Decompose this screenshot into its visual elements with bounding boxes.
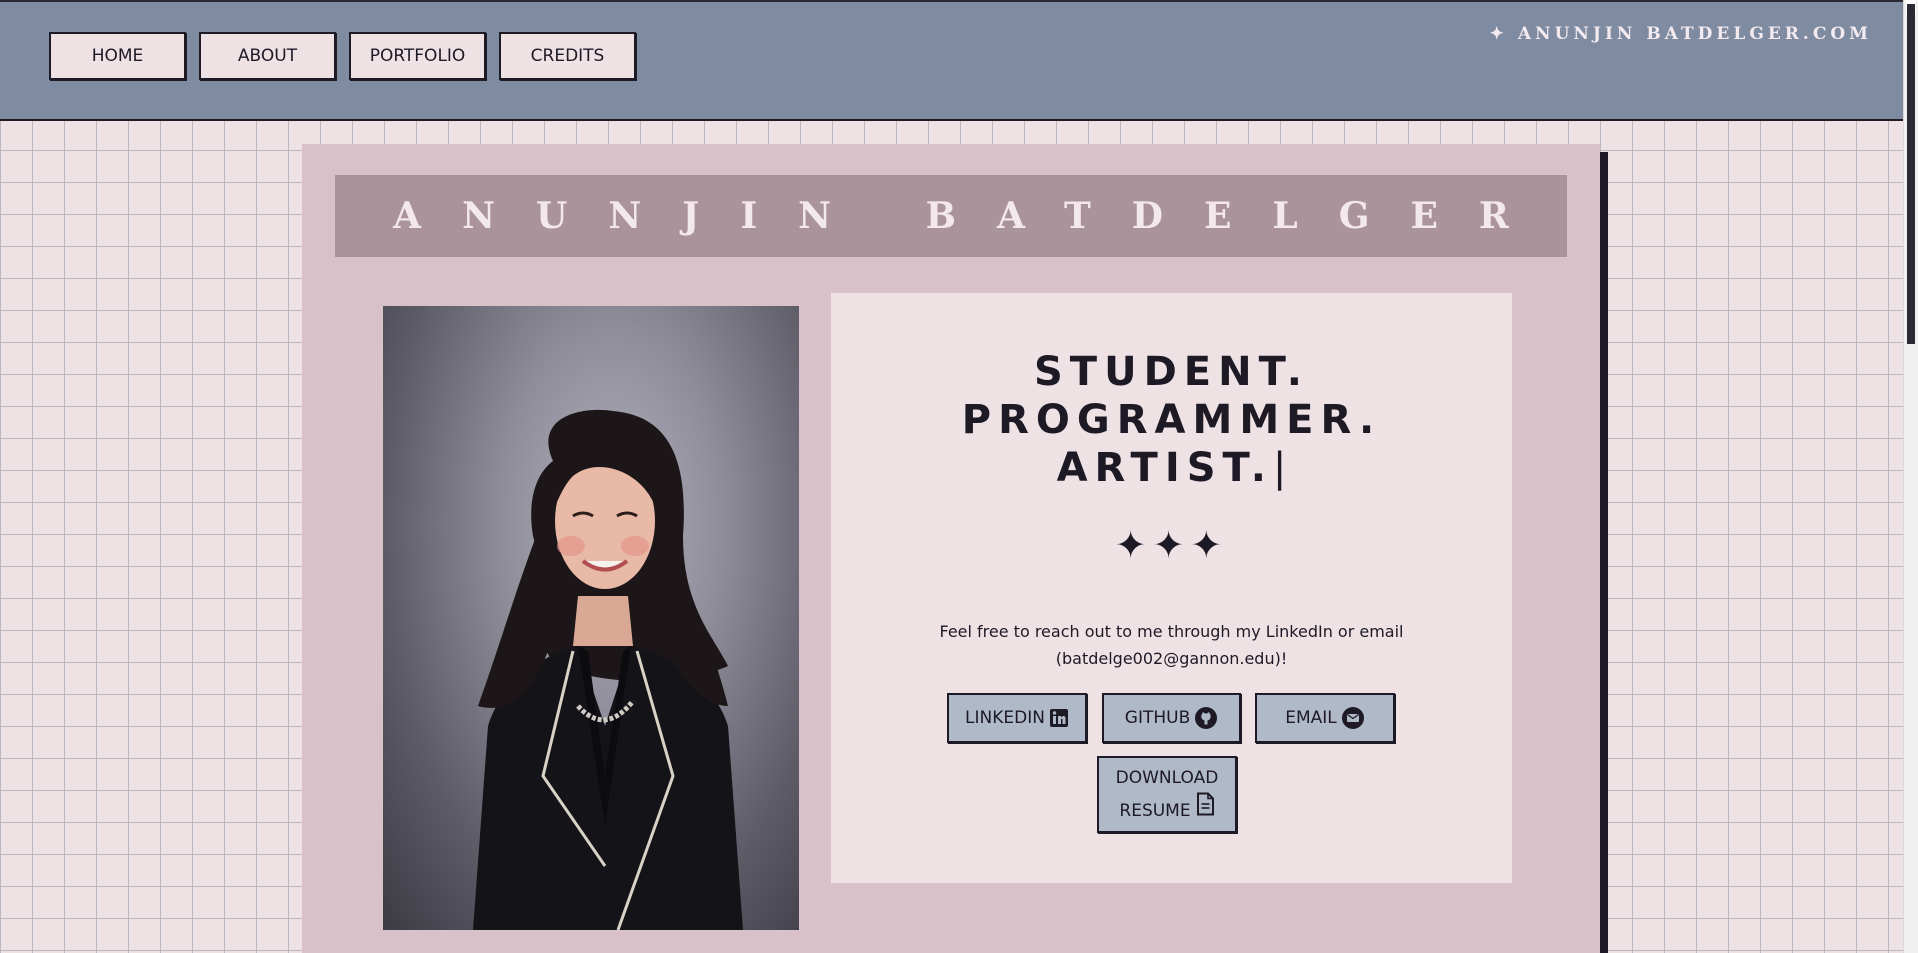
headline-artist-text: ARTIST.: [1056, 445, 1273, 491]
linkedin-button[interactable]: LINKEDIN: [947, 693, 1087, 743]
top-nav-bar: HOME ABOUT PORTFOLIO CREDITS ✦ ANUNJIN B…: [0, 0, 1904, 121]
nav-credits-button[interactable]: CREDITS: [499, 32, 636, 80]
headline: STUDENT. PROGRAMMER. ARTIST.|: [831, 348, 1512, 492]
github-icon: [1194, 706, 1218, 730]
sparkle-icons: ✦✦✦: [1114, 523, 1229, 567]
resume-button-line2-wrap: RESUME: [1116, 792, 1219, 825]
scrollbar-thumb[interactable]: [1907, 4, 1915, 344]
headline-line-artist: ARTIST.|: [831, 444, 1512, 492]
github-button-label: GITHUB: [1124, 708, 1191, 728]
nav-home-button[interactable]: HOME: [49, 32, 186, 80]
name-banner: ANUNJIN BATDELGER: [335, 175, 1567, 257]
document-icon: [1195, 792, 1215, 816]
github-button[interactable]: GITHUB: [1102, 693, 1241, 743]
mail-icon: [1341, 706, 1365, 730]
resume-button-line1: DOWNLOAD: [1115, 767, 1219, 788]
typing-cursor: |: [1272, 445, 1287, 491]
hero-card: ANUNJIN BATDELGER STUDENT. PROGRAMMER. A…: [302, 144, 1600, 953]
resume-button-text: DOWNLOAD RESUME: [1116, 765, 1219, 825]
name-banner-text: ANUNJIN BATDELGER: [393, 195, 1550, 237]
contact-blurb: Feel free to reach out to me through my …: [939, 622, 1404, 668]
nav-portfolio-button[interactable]: PORTFOLIO: [349, 32, 486, 80]
download-resume-button[interactable]: DOWNLOAD RESUME: [1097, 756, 1237, 833]
headline-line-programmer: PROGRAMMER.: [961, 397, 1382, 443]
email-button[interactable]: EMAIL: [1255, 693, 1395, 743]
linkedin-button-label: LINKEDIN: [965, 708, 1045, 728]
site-brand[interactable]: ✦ ANUNJIN BATDELGER.COM: [1490, 24, 1872, 44]
email-button-label: EMAIL: [1285, 708, 1337, 728]
headline-line-student: STUDENT.: [1034, 349, 1309, 395]
nav-about-button[interactable]: ABOUT: [199, 32, 336, 80]
resume-button-line2: RESUME: [1119, 800, 1191, 821]
page-scrollbar[interactable]: [1903, 0, 1918, 953]
info-panel: STUDENT. PROGRAMMER. ARTIST.| ✦✦✦ Feel f…: [831, 293, 1512, 883]
linkedin-icon: [1049, 708, 1069, 728]
profile-photo: [383, 306, 799, 930]
